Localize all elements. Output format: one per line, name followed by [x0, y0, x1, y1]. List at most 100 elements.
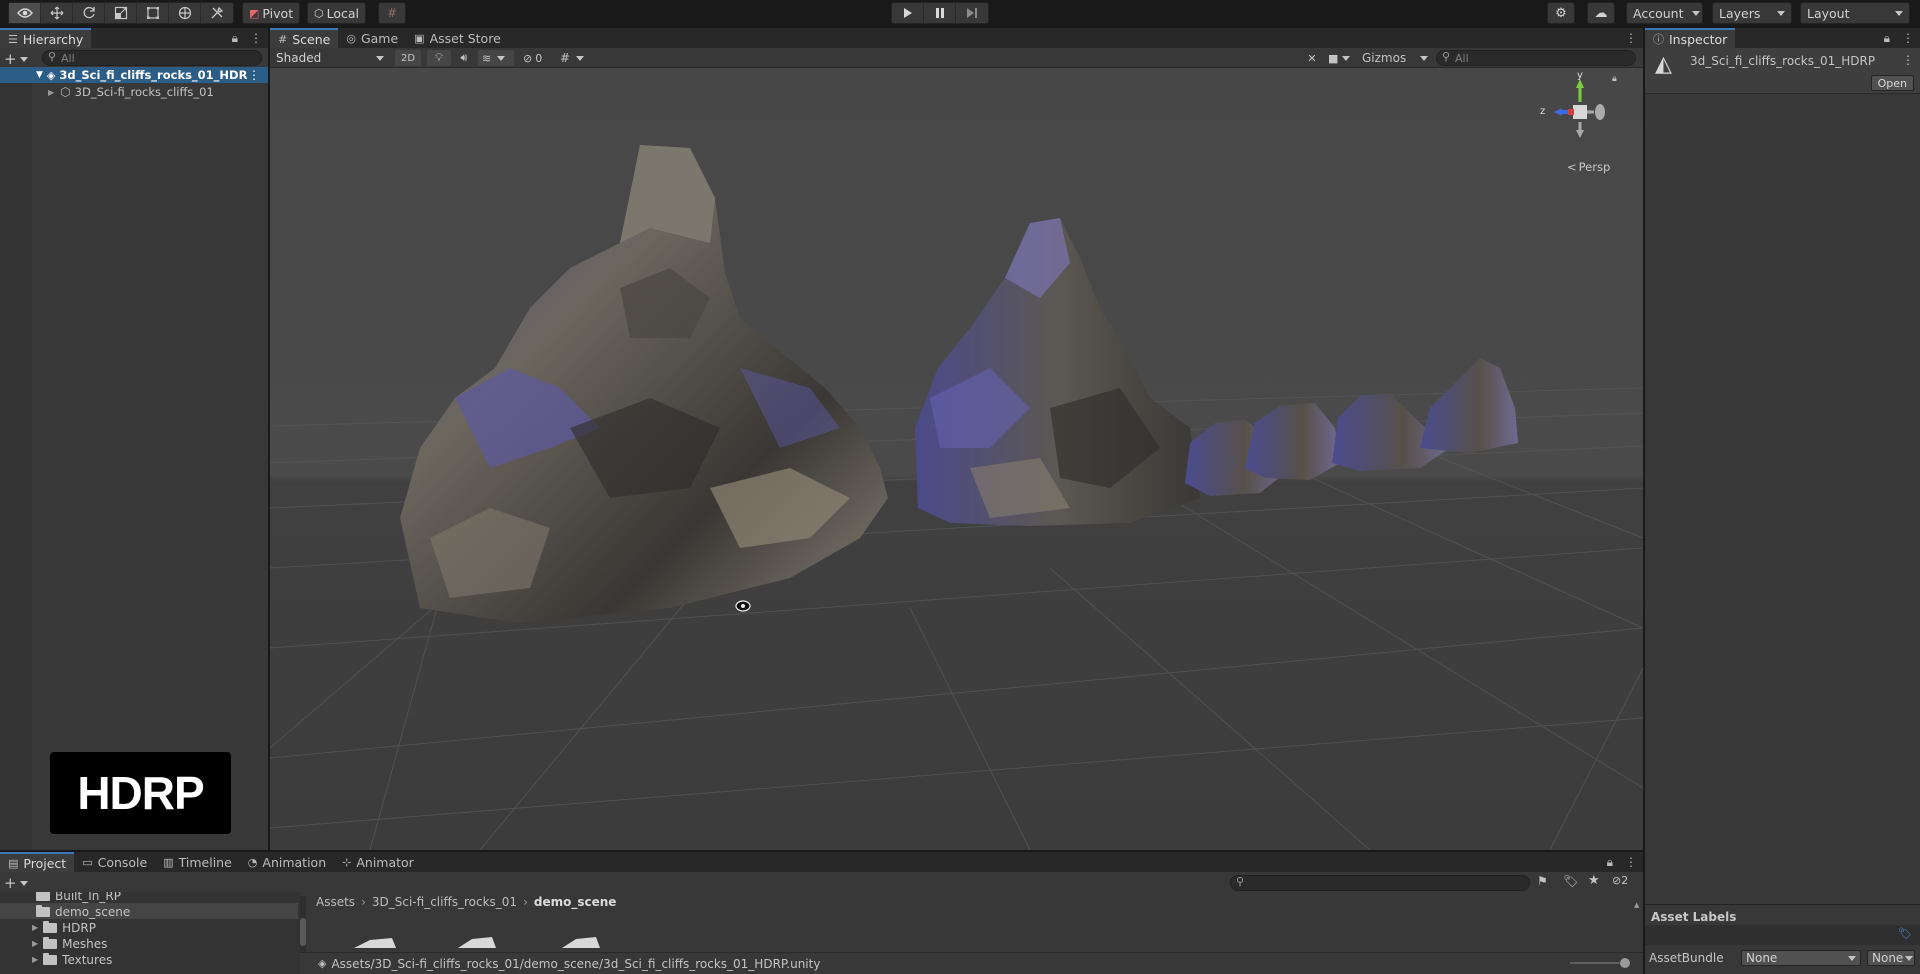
play-button[interactable]	[892, 3, 924, 23]
pivot-toggle[interactable]: ◩ Pivot	[242, 2, 301, 24]
tab-console[interactable]: ▭ Console	[74, 852, 155, 872]
inspector-kebab-icon[interactable]: ⋮	[1902, 31, 1914, 46]
effects-chevron-icon	[497, 55, 506, 61]
scene-asset-thumbnail-1	[354, 938, 396, 948]
inspector-lock-icon[interactable]: 🔒︎	[1884, 31, 1890, 46]
asset-bundle-variant-dropdown[interactable]: None	[1867, 950, 1915, 966]
hierarchy-search-input[interactable]: All	[42, 50, 262, 66]
folder-icon	[43, 952, 58, 965]
tab-inspector[interactable]: ⓘ Inspector	[1645, 28, 1736, 48]
asset-grid-scrollbar[interactable]: ▲	[1634, 896, 1640, 946]
folder-item-demo-scene[interactable]: demo_scene	[36, 904, 130, 919]
layout-dropdown[interactable]: Layout	[1800, 2, 1910, 24]
folder-item-textures[interactable]: ▶ Textures	[32, 952, 112, 967]
favorite-star-icon[interactable]: ★	[1588, 873, 1600, 888]
hidden-packages-toggle[interactable]: ⊘ 2	[1612, 874, 1628, 887]
folder-tree-scroll-thumb[interactable]	[300, 918, 306, 946]
search-by-label-icon[interactable]: 🏷︎	[1563, 874, 1578, 888]
search-by-type-icon[interactable]: ⚑	[1537, 874, 1548, 888]
project-search-input[interactable]	[1230, 875, 1530, 891]
collab-button[interactable]: ⚙	[1547, 2, 1575, 24]
transform-tool-icon[interactable]	[169, 3, 201, 23]
tab-project[interactable]: ▤ Project	[0, 852, 75, 872]
open-button[interactable]: Open	[1870, 75, 1914, 91]
custom-tool-icon[interactable]	[201, 3, 233, 23]
lock-icon[interactable]: 🔒︎	[232, 31, 238, 46]
scroll-up-icon[interactable]: ▲	[1634, 901, 1639, 909]
thumbnail-size-slider[interactable]	[1570, 958, 1630, 968]
kebab-menu-icon[interactable]: ⋮	[250, 31, 262, 46]
folder-item-meshes[interactable]: ▶ Meshes	[32, 936, 107, 951]
inspector-header-kebab-icon[interactable]: ⋮	[1902, 53, 1914, 67]
tab-timeline[interactable]: ▥ Timeline	[155, 852, 240, 872]
expand-arrow-icon[interactable]: ▼	[36, 70, 43, 80]
tab-animation[interactable]: ◔ Animation	[240, 852, 334, 872]
hierarchy-create-button[interactable]: +	[4, 50, 28, 68]
scene-tools-button[interactable]: ✕	[1302, 50, 1322, 66]
breadcrumb-item-package[interactable]: 3D_Sci-fi_cliffs_rocks_01	[372, 895, 517, 909]
eye-slash-icon: ⊘	[523, 51, 533, 65]
expand-arrow-icon[interactable]: ▶	[32, 939, 38, 948]
2d-toggle[interactable]: 2D	[395, 50, 421, 66]
view-tool-icon[interactable]	[9, 3, 41, 23]
tag-icon[interactable]: 🏷︎	[1898, 927, 1912, 940]
shading-chevron-icon	[376, 55, 384, 61]
camera-icon: ■	[1328, 51, 1339, 65]
move-tool-icon[interactable]	[41, 3, 73, 23]
eye-hidden-icon: ⊘	[1612, 874, 1622, 887]
orientation-gizmo[interactable]: y z 🔒︎	[1540, 70, 1618, 146]
project-lock-icon[interactable]: 🔒︎	[1607, 855, 1613, 870]
camera-dropdown[interactable]: ■	[1328, 50, 1358, 66]
pause-button[interactable]	[924, 3, 956, 23]
expand-arrow-icon[interactable]: ▶	[32, 923, 38, 932]
lightbulb-icon: 💡︎	[435, 51, 443, 64]
tab-game[interactable]: ◎ Game	[338, 28, 406, 48]
tab-animator[interactable]: ⊹ Animator	[334, 852, 422, 872]
animator-tab-label: Animator	[356, 854, 414, 870]
cloud-button[interactable]: ☁	[1587, 2, 1615, 24]
grid-dropdown[interactable]: #	[560, 50, 596, 66]
effects-dropdown[interactable]: ≋	[478, 50, 514, 66]
tab-asset-store[interactable]: ▣ Asset Store	[406, 28, 509, 48]
scene-panel-menu: ⋮	[1625, 31, 1637, 45]
tab-scene[interactable]: # Scene	[270, 28, 339, 48]
tab-hierarchy[interactable]: ☰ Hierarchy	[0, 28, 92, 48]
inspector-tab-label: Inspector	[1669, 31, 1728, 47]
scale-tool-icon[interactable]	[105, 3, 137, 23]
breadcrumb-item-current[interactable]: demo_scene	[534, 895, 617, 909]
grid-snap-toggle[interactable]: #	[378, 2, 406, 24]
local-toggle[interactable]: ⬡ Local	[307, 2, 367, 24]
rect-tool-icon[interactable]	[137, 3, 169, 23]
slider-thumb[interactable]	[1620, 958, 1630, 968]
shading-mode-dropdown[interactable]: Shaded	[272, 50, 388, 66]
breadcrumb-item-assets[interactable]: Assets	[316, 895, 355, 909]
scene-kebab-icon[interactable]: ⋮	[248, 68, 260, 82]
rotate-tool-icon[interactable]	[73, 3, 105, 23]
gizmo-lock-icon[interactable]: 🔒︎	[1612, 74, 1617, 84]
projection-toggle[interactable]: < Persp	[1567, 160, 1610, 174]
animation-clock-icon: ◔	[247, 855, 258, 869]
hierarchy-object-row[interactable]: ▶ ⬡ 3D_Sci-fi_rocks_cliffs_01	[0, 84, 268, 100]
step-button[interactable]	[956, 3, 988, 23]
gizmos-dropdown[interactable]: Gizmos	[1362, 50, 1428, 66]
lighting-toggle[interactable]: 💡︎	[427, 50, 451, 66]
audio-toggle[interactable]: 🔊︎	[453, 50, 475, 66]
hidden-objects-toggle[interactable]: ⊘ 0	[523, 50, 553, 66]
scene-viewport[interactable]: y z 🔒︎ < Persp	[270, 68, 1643, 850]
scene-search-input[interactable]: All	[1436, 50, 1636, 66]
speaker-icon: 🔊︎	[460, 51, 468, 64]
layers-dropdown[interactable]: Layers	[1712, 2, 1792, 24]
playmode-controls	[891, 2, 989, 24]
collapse-arrow-icon[interactable]: ▶	[48, 88, 54, 97]
asset-bundle-dropdown[interactable]: None	[1741, 950, 1861, 966]
folder-item-hdrp[interactable]: ▶ HDRP	[32, 920, 96, 935]
folder-item-built-in-rp[interactable]: Built_In_RP	[36, 892, 121, 903]
small-rock-2	[1245, 403, 1340, 480]
project-create-button[interactable]: +	[4, 874, 28, 892]
project-kebab-icon[interactable]: ⋮	[1625, 855, 1637, 870]
project-panel: ▤ Project ▭ Console ▥ Timeline ◔ Animati…	[0, 852, 1643, 974]
hierarchy-scene-row[interactable]: ▼ ◈ 3d_Sci_fi_cliffs_rocks_01_HDR ⋮	[0, 67, 268, 83]
scene-kebab-icon[interactable]: ⋮	[1625, 31, 1637, 45]
expand-arrow-icon[interactable]: ▶	[32, 955, 38, 964]
account-dropdown[interactable]: Account	[1626, 2, 1703, 24]
